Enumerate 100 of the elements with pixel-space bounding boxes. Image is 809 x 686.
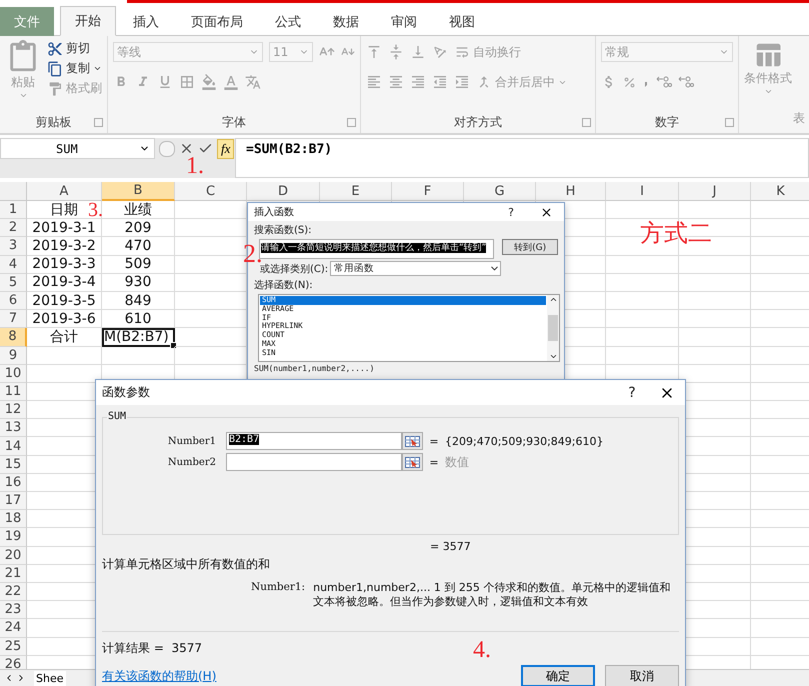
fill-handle[interactable]: [170, 342, 177, 348]
row-header[interactable]: 10: [0, 364, 27, 383]
fill-color-icon[interactable]: [201, 74, 217, 90]
increase-indent-icon[interactable]: [454, 74, 470, 90]
row-header[interactable]: 14: [0, 437, 27, 456]
dialog-launcher-icon[interactable]: [725, 118, 734, 127]
search-field[interactable]: 请输入一条简短说明来描述您想做什么，然后单击“转到”: [259, 239, 494, 259]
row-header[interactable]: 13: [0, 419, 27, 438]
align-right-icon[interactable]: [410, 74, 426, 90]
range-picker-button[interactable]: [402, 453, 423, 471]
dialog-launcher-icon[interactable]: [582, 118, 591, 127]
row-header[interactable]: 19: [0, 528, 27, 547]
row-header[interactable]: 20: [0, 546, 27, 565]
row-header[interactable]: 11: [0, 382, 27, 402]
row-header[interactable]: 25: [0, 638, 27, 656]
group-label: 数字: [655, 114, 679, 131]
table-cell: 合计: [27, 328, 102, 346]
row-header[interactable]: 8: [0, 328, 27, 346]
row-header[interactable]: 3: [0, 237, 27, 256]
column-header[interactable]: C: [175, 182, 247, 201]
range-picker-button[interactable]: [402, 432, 423, 450]
resize-handle[interactable]: [159, 140, 175, 156]
row-header[interactable]: 4: [0, 256, 27, 274]
row-header[interactable]: 18: [0, 510, 27, 528]
ribbon-tab[interactable]: 开始: [60, 6, 116, 36]
row-header[interactable]: 24: [0, 619, 27, 638]
ribbon-tab[interactable]: 公式: [260, 7, 316, 36]
table-cell: [679, 310, 751, 328]
column-header[interactable]: D: [247, 182, 320, 201]
row-header[interactable]: 7: [0, 310, 27, 328]
ribbon-tab[interactable]: 审阅: [376, 7, 432, 36]
column-header[interactable]: F: [392, 182, 464, 201]
cancel-button[interactable]: 取消: [605, 665, 679, 686]
field-label: 或选择类别(C):: [260, 262, 328, 276]
column-header[interactable]: I: [606, 182, 679, 201]
sheet-tab[interactable]: Shee: [34, 670, 66, 686]
column-header[interactable]: H: [536, 182, 606, 201]
row-header[interactable]: 23: [0, 601, 27, 620]
column-header[interactable]: G: [464, 182, 536, 201]
align-top-icon[interactable]: [366, 44, 382, 60]
name-box[interactable]: SUM: [0, 138, 155, 159]
ribbon-tab[interactable]: 页面布局: [176, 7, 258, 36]
help-button[interactable]: ?: [615, 384, 649, 400]
decrease-indent-icon[interactable]: [432, 74, 448, 90]
scroll-up-icon[interactable]: [548, 295, 558, 304]
equals-sign: =: [428, 456, 440, 468]
copy-icon: [47, 60, 63, 76]
group-label: 字体: [222, 114, 246, 131]
help-button[interactable]: ?: [494, 206, 528, 218]
row-header[interactable]: 12: [0, 401, 27, 420]
category-select[interactable]: 常用函数: [330, 261, 502, 276]
row-header[interactable]: 21: [0, 564, 27, 583]
ribbon-tab[interactable]: 数据: [318, 7, 374, 36]
column-header[interactable]: K: [751, 182, 809, 201]
row-header[interactable]: 26: [0, 656, 27, 669]
phonetic-icon[interactable]: [245, 74, 261, 90]
row-header[interactable]: 5: [0, 274, 27, 292]
column-header[interactable]: B: [102, 182, 175, 201]
row-header[interactable]: 22: [0, 582, 27, 602]
text-orientation-icon[interactable]: [432, 44, 448, 60]
argument-field[interactable]: B2:B7: [226, 432, 402, 450]
scrollbar[interactable]: [547, 295, 559, 361]
ok-button[interactable]: 确定: [521, 665, 595, 686]
column-header[interactable]: J: [679, 182, 751, 201]
ribbon-tab[interactable]: 视图: [434, 7, 490, 36]
table-cell: 2019-3-6: [27, 310, 102, 328]
dialog-launcher-icon[interactable]: [94, 118, 103, 127]
select-all-corner[interactable]: [0, 182, 27, 201]
font-color-icon[interactable]: [223, 74, 239, 90]
table-cell: 2019-3-1: [27, 219, 102, 238]
row-header[interactable]: 9: [0, 346, 27, 365]
go-button[interactable]: 转到(G): [502, 239, 558, 255]
insert-function-button[interactable]: fx: [217, 138, 234, 158]
increase-decimal-icon[interactable]: [656, 75, 672, 89]
ribbon-tab[interactable]: 插入: [118, 7, 174, 36]
align-center-icon[interactable]: [388, 74, 404, 90]
row-header[interactable]: 15: [0, 456, 27, 474]
row-header[interactable]: 6: [0, 292, 27, 310]
dialog-launcher-icon[interactable]: [347, 118, 356, 127]
cancel-icon[interactable]: [179, 141, 194, 156]
align-left-icon[interactable]: [366, 74, 382, 90]
row-header[interactable]: 17: [0, 492, 27, 510]
help-link[interactable]: 有关该函数的帮助(H): [102, 668, 511, 684]
align-bottom-icon[interactable]: [410, 44, 426, 60]
function-description: 计算单元格区域中所有数值的和: [102, 556, 271, 573]
decrease-decimal-icon[interactable]: [678, 75, 694, 89]
align-middle-icon[interactable]: [388, 44, 404, 60]
row-header[interactable]: 16: [0, 474, 27, 492]
column-header[interactable]: E: [320, 182, 392, 201]
borders-icon[interactable]: [179, 74, 195, 90]
column-header[interactable]: A: [27, 182, 102, 201]
percent-icon[interactable]: [623, 76, 636, 88]
argument-field[interactable]: [226, 453, 402, 471]
cut-button[interactable]: 剪切: [47, 40, 102, 57]
table-cell: [679, 328, 751, 346]
row-header[interactable]: 1: [0, 201, 27, 220]
row-header[interactable]: 2: [0, 219, 27, 238]
scroll-down-icon[interactable]: [548, 352, 558, 361]
formula-field[interactable]: =SUM(B2:B7): [235, 138, 809, 178]
copy-button[interactable]: 复制: [47, 60, 102, 77]
